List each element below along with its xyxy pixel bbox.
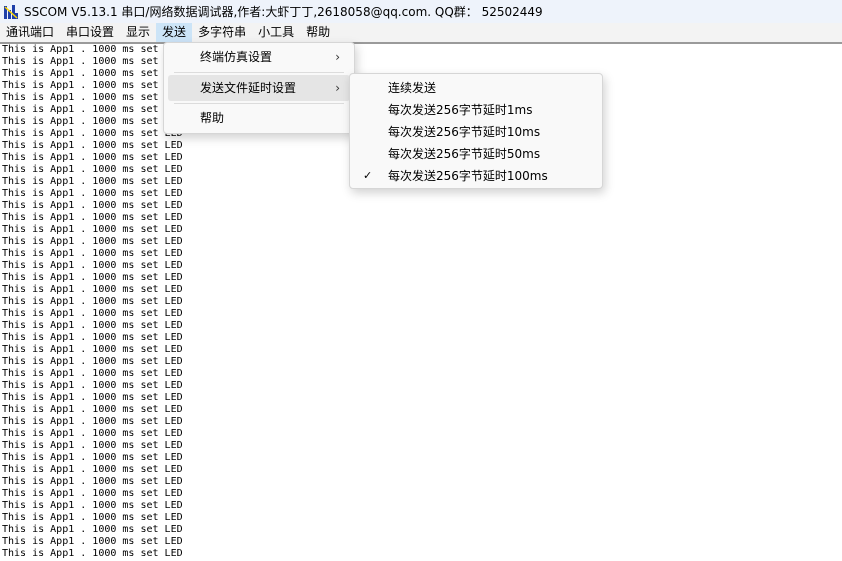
menu-item-label: 帮助: [200, 111, 225, 125]
menu-help[interactable]: 帮助: [300, 23, 336, 42]
menu-display[interactable]: 显示: [120, 23, 156, 42]
submenu-item-label: 每次发送256字节延时1ms: [388, 103, 533, 117]
terminal-line: This is App1 . 1000 ms set LED: [2, 200, 183, 211]
terminal-line: This is App1 . 1000 ms set LED: [2, 44, 183, 55]
terminal-line: This is App1 . 1000 ms set LED: [2, 404, 183, 415]
terminal-line: This is App1 . 1000 ms set LED: [2, 248, 183, 259]
terminal-line: This is App1 . 1000 ms set LED: [2, 284, 183, 295]
submenu-item-delay-1ms[interactable]: 每次发送256字节延时1ms: [354, 99, 598, 121]
menu-serial-settings[interactable]: 串口设置: [60, 23, 120, 42]
menu-separator: [174, 72, 344, 73]
terminal-line: This is App1 . 1000 ms set LED: [2, 488, 183, 499]
terminal-line: This is App1 . 1000 ms set LED: [2, 296, 183, 307]
terminal-line: This is App1 . 1000 ms set LED: [2, 416, 183, 427]
submenu-item-label: 连续发送: [388, 81, 437, 95]
app-icon: [4, 4, 18, 19]
terminal-line: This is App1 . 1000 ms set LED: [2, 548, 183, 559]
send-dropdown-menu: 终端仿真设置 › 发送文件延时设置 › 帮助: [163, 42, 355, 134]
chevron-right-icon: ›: [335, 50, 340, 64]
menu-send[interactable]: 发送: [156, 23, 193, 42]
menu-comm-port[interactable]: 通讯端口: [0, 23, 60, 42]
submenu-item-delay-100ms[interactable]: ✓ 每次发送256字节延时100ms: [354, 165, 598, 187]
submenu-item-label: 每次发送256字节延时50ms: [388, 147, 541, 161]
terminal-line: This is App1 . 1000 ms set LED: [2, 260, 183, 271]
menu-item-label: 终端仿真设置: [200, 50, 273, 64]
terminal-line: This is App1 . 1000 ms set LED: [2, 344, 183, 355]
terminal-line: This is App1 . 1000 ms set LED: [2, 380, 183, 391]
terminal-line: This is App1 . 1000 ms set LED: [2, 224, 183, 235]
terminal-line: This is App1 . 1000 ms set LED: [2, 452, 183, 463]
terminal-line: This is App1 . 1000 ms set LED: [2, 524, 183, 535]
terminal-line: This is App1 . 1000 ms set LED: [2, 332, 183, 343]
menu-item-label: 发送文件延时设置: [200, 81, 297, 95]
delay-submenu: 连续发送 每次发送256字节延时1ms 每次发送256字节延时10ms 每次发送…: [349, 73, 603, 189]
terminal-line: This is App1 . 1000 ms set LED: [2, 428, 183, 439]
menu-item-file-send-delay[interactable]: 发送文件延时设置 ›: [168, 75, 350, 101]
terminal-line: This is App1 . 1000 ms set LED: [2, 536, 183, 547]
terminal-line: This is App1 . 1000 ms set LED: [2, 476, 183, 487]
submenu-item-label: 每次发送256字节延时10ms: [388, 125, 541, 139]
menu-bar: 通讯端口 串口设置 显示 发送 多字符串 小工具 帮助: [0, 23, 842, 42]
submenu-item-delay-50ms[interactable]: 每次发送256字节延时50ms: [354, 143, 598, 165]
submenu-item-label: 每次发送256字节延时100ms: [388, 169, 548, 183]
terminal-line: This is App1 . 1000 ms set LED: [2, 272, 183, 283]
menu-multi-string[interactable]: 多字符串: [192, 23, 252, 42]
terminal-line: This is App1 . 1000 ms set LED: [2, 392, 183, 403]
menu-tools[interactable]: 小工具: [252, 23, 300, 42]
terminal-line: This is App1 . 1000 ms set LED: [2, 440, 183, 451]
terminal-line: This is App1 . 1000 ms set LED: [2, 56, 183, 67]
submenu-item-delay-10ms[interactable]: 每次发送256字节延时10ms: [354, 121, 598, 143]
chevron-right-icon: ›: [335, 81, 340, 95]
terminal-line: This is App1 . 1000 ms set LED: [2, 236, 183, 247]
terminal-line: This is App1 . 1000 ms set LED: [2, 212, 183, 223]
terminal-line: This is App1 . 1000 ms set LED: [2, 368, 183, 379]
terminal-line: This is App1 . 1000 ms set LED: [2, 308, 183, 319]
menu-item-terminal-emulation[interactable]: 终端仿真设置 ›: [168, 44, 350, 70]
menu-separator: [174, 103, 344, 104]
terminal-line: This is App1 . 1000 ms set LED: [2, 356, 183, 367]
submenu-item-continuous[interactable]: 连续发送: [354, 77, 598, 99]
terminal-line: This is App1 . 1000 ms set LED: [2, 464, 183, 475]
terminal-line: This is App1 . 1000 ms set LED: [2, 512, 183, 523]
terminal-line: This is App1 . 1000 ms set LED: [2, 320, 183, 331]
title-bar: SSCOM V5.13.1 串口/网络数据调试器,作者:大虾丁丁,2618058…: [0, 0, 842, 23]
checkmark-icon: ✓: [363, 169, 373, 182]
terminal-line: This is App1 . 1000 ms set LED: [2, 500, 183, 511]
menu-item-help[interactable]: 帮助: [168, 105, 350, 131]
window-title: SSCOM V5.13.1 串口/网络数据调试器,作者:大虾丁丁,2618058…: [24, 5, 543, 19]
terminal-line: This is App1 . 1000 ms set LED: [2, 188, 183, 199]
